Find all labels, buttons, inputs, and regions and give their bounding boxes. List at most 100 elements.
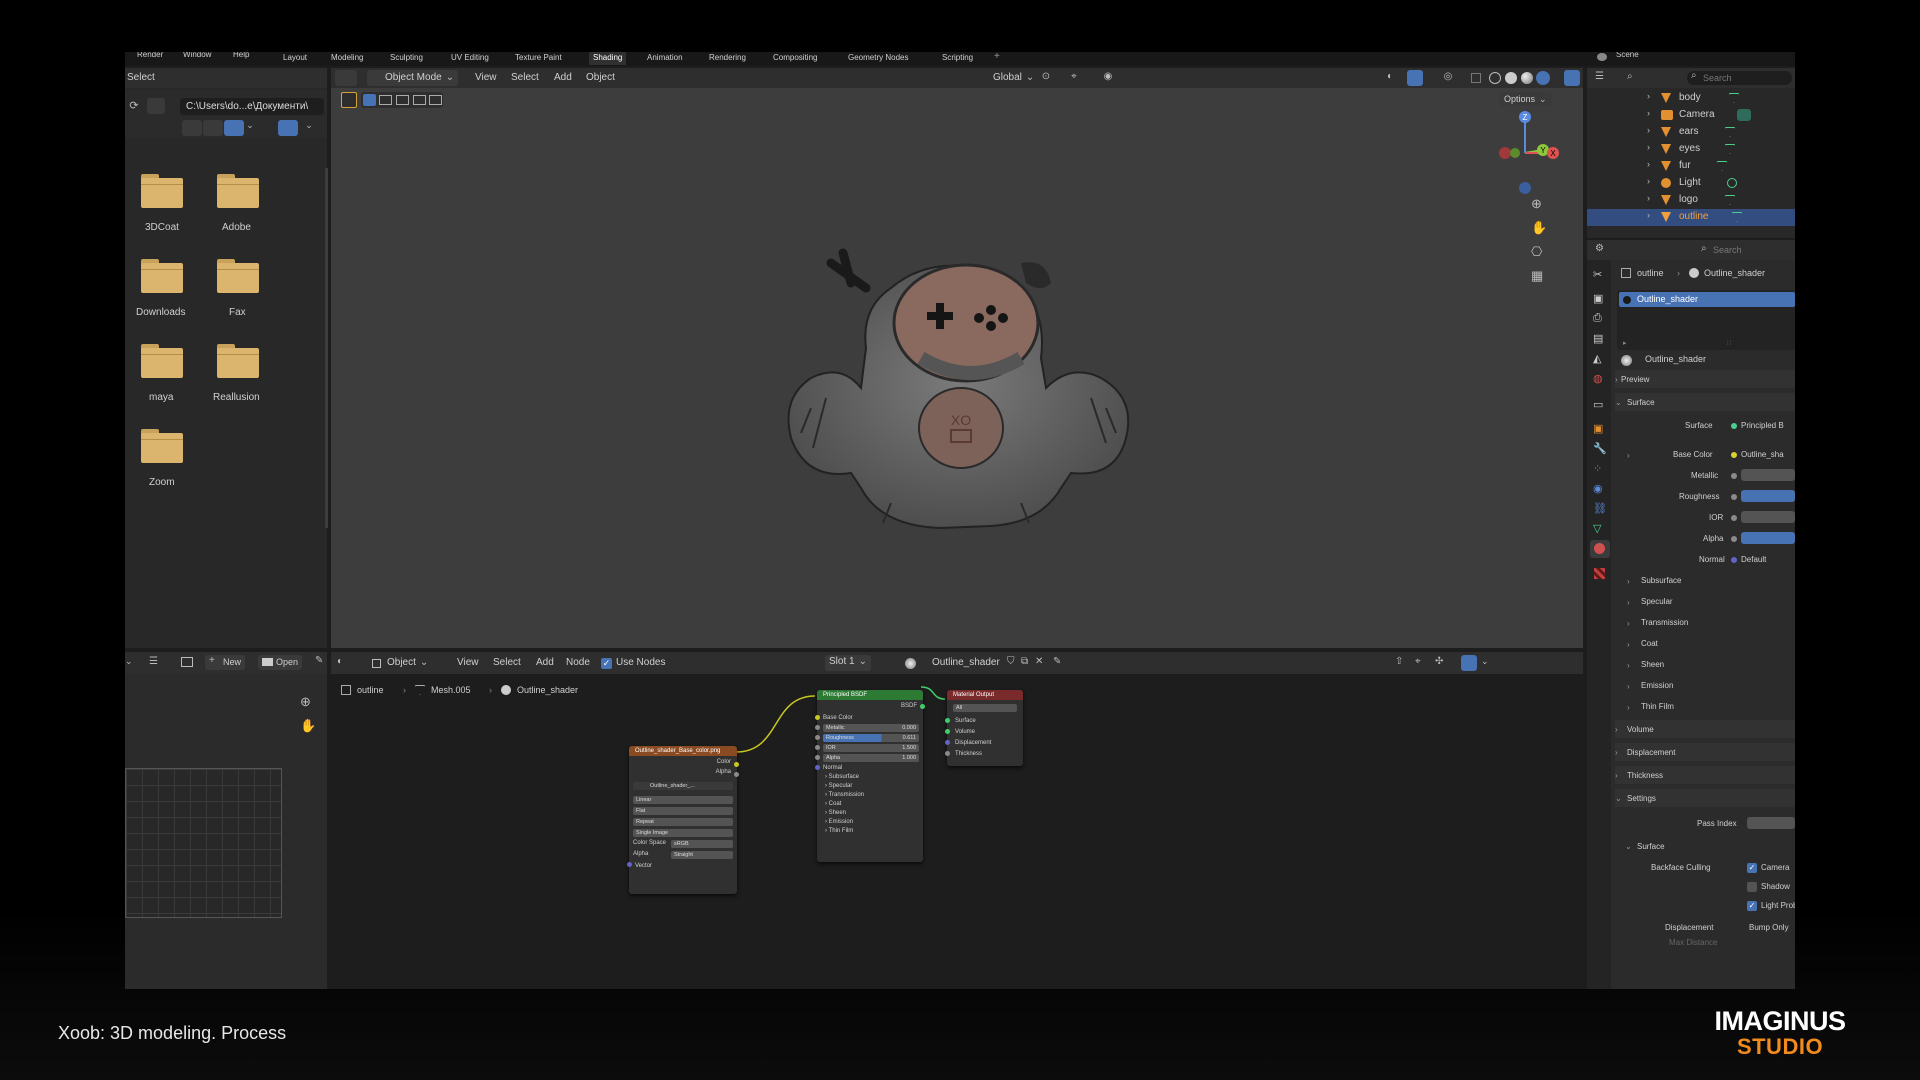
folder-icon[interactable] <box>141 174 183 208</box>
tab-shading[interactable]: Shading <box>589 52 627 65</box>
expand-arrow-icon[interactable]: › <box>1627 575 1630 589</box>
editor-type-icon[interactable]: ⚙ <box>1595 243 1604 254</box>
outliner-item-label[interactable]: outline <box>1679 210 1708 224</box>
resize-handle-icon[interactable]: ∷ <box>1727 337 1731 351</box>
chevron-down-icon[interactable]: ⌄ <box>245 120 255 131</box>
collapse-arrow-icon[interactable]: › <box>1615 746 1618 760</box>
panel-emission[interactable]: › Emission <box>825 818 853 827</box>
editor-type-icon[interactable] <box>335 70 357 86</box>
ior-input-socket[interactable] <box>815 745 820 750</box>
tab-sculpting[interactable]: Sculpting <box>390 52 423 65</box>
material-slot-label[interactable]: Outline_shader <box>1637 292 1698 306</box>
expand-arrow-icon[interactable]: › <box>1627 617 1630 631</box>
expand-arrow-icon[interactable]: › <box>1627 596 1630 610</box>
world-tab-icon[interactable]: ◍ <box>1593 372 1603 385</box>
pan-hand-icon[interactable]: ✋ <box>300 718 316 734</box>
list-item[interactable]: › logo <box>1587 192 1795 209</box>
collapse-arrow-icon[interactable]: › <box>1615 769 1618 783</box>
render-tab-icon[interactable]: ▣ <box>1593 292 1603 305</box>
surface-input-socket[interactable] <box>945 718 950 723</box>
folder-label[interactable]: Fax <box>229 306 246 320</box>
folder-label[interactable]: Reallusion <box>213 391 260 405</box>
panel-volume-label[interactable]: Volume <box>1627 723 1654 737</box>
mode-dropdown[interactable]: Object Mode <box>367 70 459 86</box>
folder-icon[interactable] <box>217 259 259 293</box>
outliner-item-label[interactable]: ears <box>1679 125 1698 139</box>
xray-icon[interactable] <box>1471 73 1481 83</box>
folder-icon[interactable] <box>141 259 183 293</box>
display-mode-icon[interactable]: ☰ <box>1595 71 1604 82</box>
folder-icon[interactable] <box>141 344 183 378</box>
thickness-input-socket[interactable] <box>945 751 950 756</box>
mesh-data-icon[interactable] <box>1725 195 1735 205</box>
expand-arrow-icon[interactable]: › <box>1647 193 1650 203</box>
principled-bsdf-node[interactable]: Principled BSDF BSDF Base Color Metallic… <box>817 690 923 862</box>
proportional-edit-icon[interactable]: ◉ <box>1101 71 1115 82</box>
texture-tab-icon[interactable] <box>1594 568 1605 579</box>
mesh-data-icon[interactable] <box>1725 127 1735 137</box>
metallic-input-socket[interactable] <box>815 725 820 730</box>
expand-arrow-icon[interactable]: › <box>1647 210 1650 220</box>
list-item[interactable]: › fur <box>1587 158 1795 175</box>
menu-window[interactable]: Window <box>183 52 211 62</box>
expand-arrow-icon[interactable]: › <box>1627 701 1630 715</box>
select-subtract-icon[interactable] <box>396 95 409 105</box>
displacement-input-socket[interactable] <box>945 740 950 745</box>
material-name-field[interactable]: Outline_shader <box>1645 352 1706 366</box>
tab-scripting[interactable]: Scripting <box>942 52 973 65</box>
menu-icon[interactable]: ☰ <box>149 656 158 667</box>
gizmo-toggle-icon[interactable] <box>1407 70 1423 86</box>
ior-slider[interactable] <box>1741 511 1795 523</box>
tab-modeling[interactable]: Modeling <box>331 52 363 65</box>
base-color-field[interactable]: Outline_sha <box>1741 449 1784 461</box>
panel-thickness-label[interactable]: Thickness <box>1627 769 1663 783</box>
light-probe-checkbox-label[interactable]: Light Probe <box>1761 900 1795 912</box>
folder-icon[interactable] <box>217 344 259 378</box>
roughness-slider[interactable] <box>1741 490 1795 502</box>
navigation-gizmo[interactable]: Z Y X <box>1485 108 1565 198</box>
interpolation-dropdown[interactable]: Linear <box>633 796 733 804</box>
select-intersect-icon[interactable] <box>429 95 442 105</box>
collapse-arrow-icon[interactable]: › <box>1615 723 1618 737</box>
alpha-mode-dropdown[interactable]: Straight <box>671 851 733 859</box>
camera-view-icon[interactable]: ⎔ <box>1531 244 1542 260</box>
camera-checkbox[interactable]: ✓ <box>1747 863 1757 873</box>
extension-dropdown[interactable]: Repeat <box>633 818 733 826</box>
output-tab-icon[interactable]: ⎙ <box>1593 312 1602 325</box>
thumbnail-list-icon[interactable] <box>203 120 223 136</box>
panel-thin-film[interactable]: Thin Film <box>1641 701 1674 713</box>
volume-input-socket[interactable] <box>945 729 950 734</box>
view-dropdown-icon[interactable]: ⌄ <box>125 656 133 667</box>
source-dropdown[interactable]: Single Image <box>633 829 733 837</box>
expand-arrow-icon[interactable]: ⌄ <box>1625 840 1632 854</box>
surface-shader-dropdown[interactable]: Principled B <box>1741 420 1784 432</box>
panel-emission[interactable]: Emission <box>1641 680 1673 692</box>
roughness-input-socket[interactable] <box>815 735 820 740</box>
add-menu[interactable]: Add <box>554 71 572 85</box>
list-item[interactable]: › body <box>1587 90 1795 107</box>
list-view-icon[interactable] <box>182 120 202 136</box>
normal-input-socket[interactable] <box>815 765 820 770</box>
folder-label[interactable]: Downloads <box>136 306 185 320</box>
color-space-dropdown[interactable]: sRGB <box>671 840 733 848</box>
metallic-slider[interactable] <box>1741 469 1795 481</box>
pass-index-field[interactable] <box>1747 817 1795 829</box>
select-extend-icon[interactable] <box>379 95 392 105</box>
mesh-data-icon[interactable] <box>1732 212 1742 222</box>
projection-dropdown[interactable]: Flat <box>633 807 733 815</box>
camera-data-icon[interactable] <box>1737 109 1751 121</box>
select-invert-icon[interactable] <box>413 95 426 105</box>
particles-tab-icon[interactable]: ⁘ <box>1593 462 1602 475</box>
uv-grid[interactable] <box>125 768 282 918</box>
data-tab-icon[interactable]: ▽ <box>1593 522 1601 535</box>
mesh-data-icon[interactable] <box>1717 161 1727 171</box>
collection-tab-icon[interactable]: ▭ <box>1593 398 1603 411</box>
view-menu[interactable]: View <box>475 71 497 85</box>
viewport-3d[interactable]: Object Mode View Select Add Object Globa… <box>331 68 1583 648</box>
material-tab-icon[interactable] <box>1594 543 1605 554</box>
tab-animation[interactable]: Animation <box>647 52 683 65</box>
normal-field[interactable]: Default <box>1741 554 1766 566</box>
target-dropdown[interactable]: All <box>953 704 1017 712</box>
color-output-socket[interactable] <box>734 762 739 767</box>
node-header[interactable]: Outline_shader_Base_color.png <box>629 746 737 756</box>
